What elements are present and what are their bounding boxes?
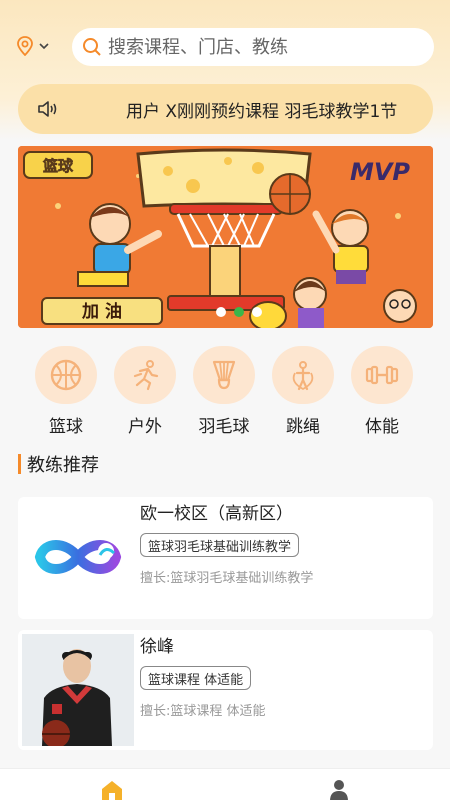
coach-photo	[22, 634, 134, 746]
category-icon-bg	[114, 346, 176, 404]
chevron-down-icon	[39, 43, 49, 50]
location-selector[interactable]	[16, 34, 56, 58]
search-icon	[83, 38, 101, 56]
banner-sign-basketball: 篮球	[42, 157, 74, 175]
category-label: 羽毛球	[198, 417, 250, 437]
coach-tag: 篮球课程 体适能	[140, 666, 252, 690]
location-pin-icon	[17, 36, 33, 56]
category-outdoor[interactable]: 户外	[105, 346, 185, 437]
section-title: 教练推荐	[27, 455, 99, 476]
shuttlecock-icon	[212, 360, 236, 390]
banner-mvp-text: MVP	[350, 158, 410, 186]
infinity-logo	[34, 540, 122, 574]
search-bar[interactable]	[72, 28, 434, 66]
speaker-icon	[38, 101, 57, 117]
notice-bar[interactable]: 用户 X刚刚预约课程 羽毛球教学1节	[18, 84, 433, 134]
coach-name: 欧一校区（高新区）	[140, 504, 293, 524]
coach-tag: 篮球羽毛球基础训练教学	[140, 533, 300, 557]
home-icon	[102, 781, 122, 800]
banner-pagination	[216, 307, 262, 317]
category-label: 跳绳	[286, 417, 320, 437]
section-header: 教练推荐	[18, 452, 99, 476]
category-label: 户外	[128, 417, 162, 437]
coach-specialty: 擅长:篮球课程 体适能	[140, 704, 266, 719]
banner-dot[interactable]	[252, 307, 262, 317]
dumbbell-icon	[365, 365, 399, 385]
coach-card[interactable]: 欧一校区（高新区） 篮球羽毛球基础训练教学 擅长:篮球羽毛球基础训练教学	[18, 497, 433, 619]
category-grid: 篮球 户外 羽毛球 跳绳 体能	[0, 346, 450, 437]
banner-dot[interactable]	[216, 307, 226, 317]
category-jump-rope[interactable]: 跳绳	[263, 346, 343, 437]
category-icon-bg	[35, 346, 97, 404]
banner-dot-active[interactable]	[234, 307, 244, 317]
coach-name: 徐峰	[140, 637, 174, 657]
jump-rope-icon	[292, 361, 314, 391]
category-basketball[interactable]: 篮球	[26, 346, 106, 437]
section-accent-bar	[18, 454, 21, 474]
basketball-icon	[50, 359, 82, 391]
search-row	[0, 26, 450, 66]
tab-home[interactable]	[100, 779, 124, 800]
category-fitness[interactable]: 体能	[342, 346, 422, 437]
bottom-tab-bar	[0, 768, 450, 800]
category-label: 体能	[365, 417, 399, 437]
runner-icon	[133, 360, 159, 391]
banner-illustration: 篮球 MVP 加 油	[18, 146, 433, 328]
category-label: 篮球	[49, 417, 83, 437]
search-input[interactable]	[108, 36, 408, 58]
category-icon-bg	[351, 346, 413, 404]
category-badminton[interactable]: 羽毛球	[184, 346, 264, 437]
coach-card[interactable]: 徐峰 篮球课程 体适能 擅长:篮球课程 体适能	[18, 630, 433, 750]
category-icon-bg	[272, 346, 334, 404]
user-icon	[330, 780, 348, 800]
promo-banner[interactable]: 篮球 MVP 加 油	[18, 146, 433, 328]
coach-specialty: 擅长:篮球羽毛球基础训练教学	[140, 571, 314, 586]
banner-cheer-text: 加 油	[81, 301, 122, 322]
tab-profile[interactable]	[328, 779, 350, 800]
category-icon-bg	[193, 346, 255, 404]
notice-text: 用户 X刚刚预约课程 羽毛球教学1节	[126, 102, 398, 122]
